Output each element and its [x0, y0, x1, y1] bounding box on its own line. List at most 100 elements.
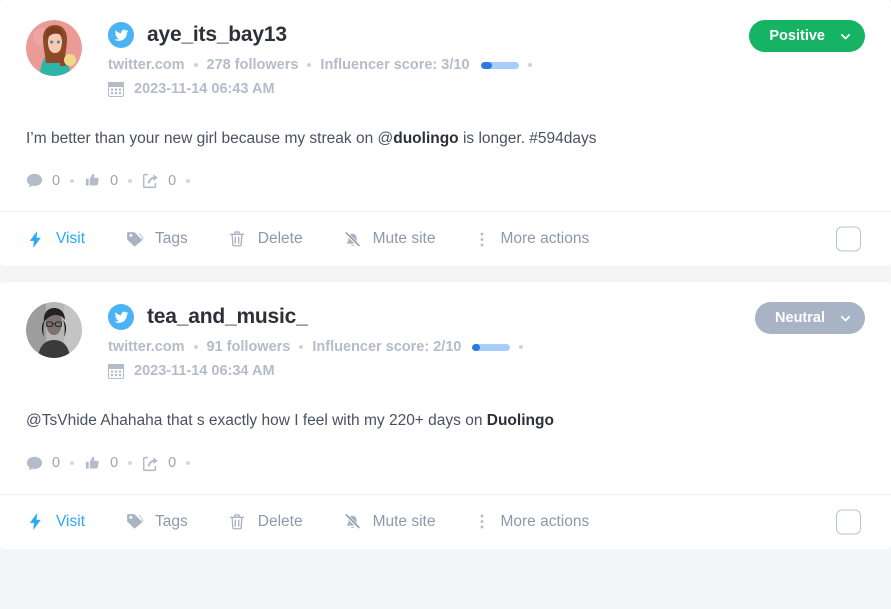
- thumbs-up-icon: [84, 455, 101, 472]
- author-block: tea_and_music_ twitter.com 91 followers Inf…: [108, 300, 865, 380]
- engagement-stats: 0 0 0: [26, 172, 865, 211]
- source-domain[interactable]: twitter.com: [108, 339, 185, 355]
- action-visit[interactable]: Visit: [26, 512, 85, 531]
- post-text-segment: I’m better than your new girl because my…: [26, 130, 394, 147]
- action-label: Mute site: [372, 512, 436, 530]
- action-tags[interactable]: Tags: [125, 512, 188, 531]
- action-label: Visit: [56, 230, 86, 248]
- followers-count: 91 followers: [206, 339, 291, 356]
- sentiment-dropdown[interactable]: Neutral: [755, 302, 865, 335]
- author-username[interactable]: tea_and_music_: [147, 305, 308, 329]
- likes-count: 0: [110, 172, 119, 189]
- lightning-icon: [26, 512, 45, 531]
- author-meta-row: twitter.com 278 followers Influencer score…: [108, 57, 865, 73]
- stat-separator-dot: [186, 178, 191, 183]
- stat-separator-dot: [128, 178, 133, 183]
- calendar-icon: [108, 363, 124, 380]
- stat-comments: 0: [26, 455, 60, 472]
- post-text-segment: is longer. #594days: [458, 130, 597, 147]
- action-bar: Visit Tags Delete Mute site More actions: [0, 211, 891, 266]
- thumbs-up-icon: [84, 172, 101, 189]
- meta-separator-dot: [307, 63, 312, 67]
- card-body: aye_its_bay13 twitter.com 278 followers Inf…: [0, 0, 891, 211]
- mentions-feed: aye_its_bay13 twitter.com 278 followers Inf…: [0, 0, 891, 549]
- influencer-score-label: Influencer score: 2/10: [312, 339, 462, 356]
- shares-count: 0: [168, 172, 177, 189]
- post-text: @TsVhide Ahahaha that s exactly how I fe…: [26, 409, 865, 432]
- comments-count: 0: [52, 455, 61, 471]
- calendar-icon: [108, 81, 124, 97]
- action-delete[interactable]: Delete: [228, 513, 303, 531]
- shares-count: 0: [168, 455, 177, 471]
- tag-icon: [125, 512, 144, 531]
- action-label: Tags: [155, 230, 188, 248]
- select-post-checkbox[interactable]: [836, 226, 861, 252]
- stat-shares: 0: [142, 172, 176, 189]
- author-name-row: tea_and_music_: [108, 300, 865, 334]
- avatar: [26, 302, 82, 359]
- mention-card: aye_its_bay13 twitter.com 278 followers Inf…: [0, 0, 891, 267]
- stat-separator-dot: [70, 178, 75, 183]
- post-date-row: 2023-11-14 06:43 AM: [108, 81, 865, 97]
- influencer-score-label: Influencer score: 3/10: [320, 57, 470, 73]
- post-header: tea_and_music_ twitter.com 91 followers Inf…: [26, 300, 865, 380]
- post-text-segment: duolingo: [393, 130, 459, 147]
- action-label: Visit: [56, 512, 86, 530]
- post-date-row: 2023-11-14 06:34 AM: [108, 363, 865, 380]
- post-header: aye_its_bay13 twitter.com 278 followers Inf…: [26, 18, 865, 97]
- post-date: 2023-11-14 06:34 AM: [134, 363, 275, 380]
- action-label: Delete: [257, 512, 303, 530]
- select-post-checkbox[interactable]: [836, 509, 861, 534]
- sentiment-dropdown[interactable]: Positive: [749, 20, 865, 52]
- trash-icon: [228, 230, 247, 248]
- meta-separator-dot: [519, 345, 524, 350]
- likes-count: 0: [110, 455, 119, 471]
- action-label: Mute site: [372, 230, 436, 248]
- twitter-icon: [108, 22, 134, 48]
- meta-separator-dot: [193, 345, 198, 350]
- action-mute[interactable]: Mute site: [343, 230, 436, 249]
- post-text-segment: Duolingo: [486, 412, 554, 430]
- action-tags[interactable]: Tags: [125, 230, 188, 249]
- action-label: Tags: [155, 512, 188, 530]
- sentiment-label: Neutral: [775, 310, 825, 327]
- post-text-segment: @TsVhide Ahahaha that s exactly how I fe…: [26, 412, 487, 430]
- bell-muted-icon: [343, 512, 362, 531]
- action-more[interactable]: More actions: [475, 230, 589, 249]
- source-domain[interactable]: twitter.com: [108, 57, 185, 73]
- action-delete[interactable]: Delete: [228, 230, 303, 248]
- stat-separator-dot: [186, 461, 191, 465]
- comment-icon: [26, 455, 43, 472]
- vertical-dots-icon: [475, 230, 489, 249]
- followers-count: 278 followers: [206, 57, 299, 73]
- meta-separator-dot: [527, 63, 532, 67]
- comment-icon: [26, 172, 43, 189]
- mention-card: tea_and_music_ twitter.com 91 followers Inf…: [0, 282, 891, 549]
- influencer-score-bar: [472, 343, 511, 351]
- action-visit[interactable]: Visit: [26, 230, 85, 249]
- post-text: I’m better than your new girl because my…: [26, 127, 865, 150]
- bell-muted-icon: [343, 230, 362, 249]
- author-username[interactable]: aye_its_bay13: [147, 23, 287, 47]
- stat-likes: 0: [84, 172, 118, 189]
- twitter-icon: [108, 304, 134, 331]
- engagement-stats: 0 0 0: [26, 455, 865, 494]
- chevron-down-icon: [839, 312, 852, 325]
- tag-icon: [125, 230, 144, 249]
- comments-count: 0: [52, 172, 61, 189]
- share-icon: [142, 455, 159, 472]
- action-more[interactable]: More actions: [475, 512, 589, 531]
- avatar: [26, 20, 82, 76]
- stat-separator-dot: [70, 461, 75, 465]
- stat-likes: 0: [84, 455, 118, 472]
- action-mute[interactable]: Mute site: [343, 512, 436, 531]
- action-label: More actions: [500, 512, 590, 530]
- meta-separator-dot: [299, 345, 304, 350]
- action-bar: Visit Tags Delete Mute site More actions: [0, 493, 891, 549]
- action-label: Delete: [257, 230, 303, 248]
- vertical-dots-icon: [475, 512, 489, 531]
- sentiment-label: Positive: [769, 28, 825, 44]
- meta-separator-dot: [193, 63, 198, 67]
- stat-separator-dot: [128, 461, 133, 465]
- author-meta-row: twitter.com 91 followers Influencer score:…: [108, 339, 865, 355]
